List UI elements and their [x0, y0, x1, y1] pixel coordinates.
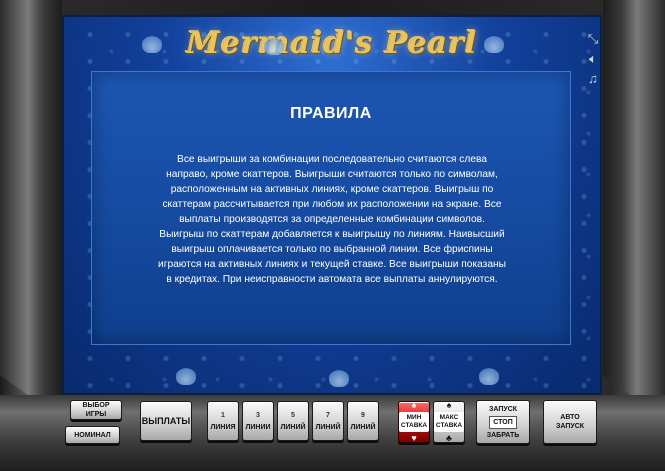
lines-label: ЛИНИЙ — [315, 423, 341, 431]
lines-count: 5 — [291, 411, 295, 419]
game-title-bar: Mermaid's Pearl — [64, 17, 600, 69]
paytable-label: ВЫПЛАТЫ — [141, 415, 191, 426]
shell-icon — [176, 367, 196, 385]
shell-icon — [479, 367, 499, 385]
max-bet-label: МАКС — [439, 414, 459, 421]
min-bet-button[interactable]: ♠ МИН СТАВКА ♥ — [398, 401, 430, 443]
paytable-button[interactable]: ВЫПЛАТЫ — [140, 401, 192, 441]
lines-count: 7 — [326, 411, 330, 419]
rules-panel: ПРАВИЛА Все выигрыши за комбинации после… — [91, 71, 571, 345]
slot-cabinet: Mermaid's Pearl ПРАВИЛА Все выигрыши за … — [0, 0, 665, 471]
heart-icon: ♥ — [411, 433, 417, 443]
lines-9-button[interactable]: 9 ЛИНИЙ — [347, 401, 379, 441]
shell-icon — [484, 35, 504, 53]
lines-label: ЛИНИЙ — [280, 423, 306, 431]
shell-icon — [329, 369, 349, 387]
lines-3-button[interactable]: 3 ЛИНИИ — [242, 401, 274, 441]
lines-label: ЛИНИИ — [245, 423, 271, 431]
lines-count: 9 — [361, 411, 365, 419]
min-bet-label: СТАВКА — [400, 422, 428, 429]
cabinet-left-panel — [0, 0, 62, 395]
min-bet-label: МИН — [406, 414, 422, 421]
spade-icon: ♠ — [446, 400, 452, 410]
lines-count: 3 — [256, 411, 260, 419]
speaker-icon[interactable]: 🔈︎ — [584, 51, 602, 67]
select-game-button[interactable]: ВЫБОР ИГРЫ — [70, 400, 122, 420]
rules-text: Все выигрыши за комбинации последователь… — [158, 154, 506, 285]
shell-icon — [264, 37, 284, 55]
autostart-button[interactable]: АВТО ЗАПУСК — [543, 400, 597, 444]
select-game-label: ИГРЫ — [85, 411, 107, 418]
music-note-icon[interactable]: ♫ — [584, 71, 602, 87]
game-screen: Mermaid's Pearl ПРАВИЛА Все выигрыши за … — [62, 15, 602, 395]
club-icon: ♣ — [446, 433, 452, 443]
lines-5-button[interactable]: 5 ЛИНИЙ — [277, 401, 309, 441]
cabinet-right-panel — [603, 0, 665, 395]
lines-7-button[interactable]: 7 ЛИНИЙ — [312, 401, 344, 441]
lines-label: ЛИНИЯ — [210, 423, 236, 431]
stop-label: СТОП — [489, 415, 517, 429]
start-stop-collect-button[interactable]: ЗАПУСК СТОП ЗАБРАТЬ — [476, 400, 530, 444]
game-logo: Mermaid's Pearl — [186, 25, 478, 61]
control-console: ВЫБОР ИГРЫ НОМИНАЛ ВЫПЛАТЫ 1 ЛИНИЯ 3 ЛИН… — [0, 395, 665, 471]
select-game-label: ВЫБОР — [82, 402, 110, 409]
autostart-label: ЗАПУСК — [555, 423, 585, 430]
autostart-label: АВТО — [560, 414, 580, 421]
shell-icon — [142, 35, 162, 53]
start-label: ЗАПУСК — [488, 405, 518, 413]
denomination-label: НОМИНАЛ — [74, 431, 111, 439]
rules-title: ПРАВИЛА — [290, 105, 372, 122]
max-bet-label: СТАВКА — [435, 422, 463, 429]
lines-1-button[interactable]: 1 ЛИНИЯ — [207, 401, 239, 441]
lines-count: 1 — [221, 411, 225, 419]
collect-label: ЗАБРАТЬ — [486, 431, 520, 439]
max-bet-button[interactable]: ♠ МАКС СТАВКА ♣ — [433, 401, 465, 443]
denomination-button[interactable]: НОМИНАЛ — [65, 426, 120, 444]
fullscreen-icon[interactable]: ⤡ — [584, 31, 602, 47]
lines-label: ЛИНИЙ — [350, 423, 376, 431]
spade-icon: ♠ — [411, 400, 417, 410]
